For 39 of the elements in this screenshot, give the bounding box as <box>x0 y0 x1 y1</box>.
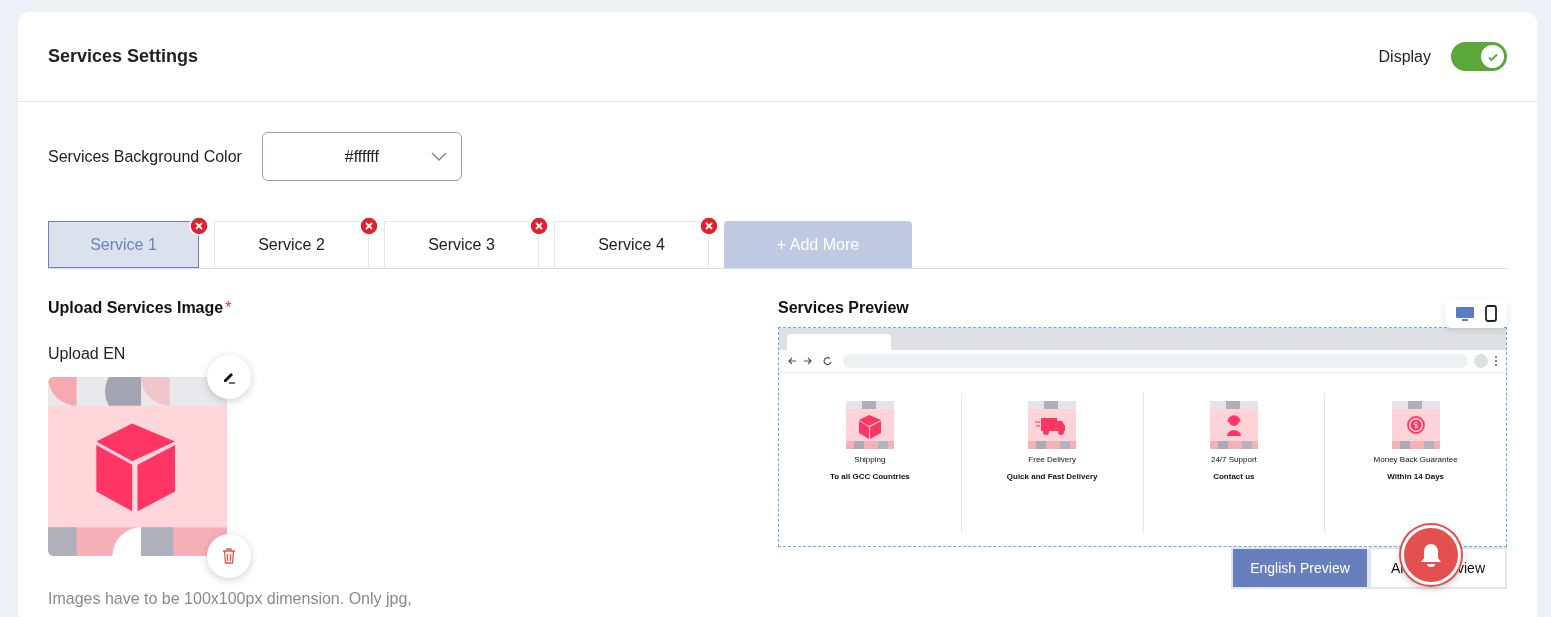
service-image <box>1028 401 1077 449</box>
upload-title: Upload Services Image* <box>48 299 233 317</box>
service-image <box>1391 401 1440 449</box>
phone-icon[interactable] <box>1485 305 1497 322</box>
desktop-icon[interactable] <box>1455 305 1475 322</box>
service-image <box>845 401 894 449</box>
service-subtitle: Contact us <box>1213 472 1255 481</box>
edit-button[interactable] <box>207 355 251 399</box>
preview-title: Services Preview <box>778 299 909 317</box>
service-title: Money Back Guarantee <box>1373 455 1458 464</box>
notification-button[interactable] <box>1401 525 1461 585</box>
chevron-down-icon <box>430 152 447 162</box>
service-tab[interactable]: Service 4 <box>554 221 709 268</box>
service-title: Free Delivery <box>1028 455 1076 464</box>
service-tab[interactable]: Service 3 <box>384 221 539 268</box>
trash-icon <box>222 548 236 564</box>
upload-label: Upload EN <box>48 345 127 363</box>
remove-icon[interactable] <box>359 216 379 236</box>
color-dropdown[interactable]: #ffffff <box>261 132 462 181</box>
delete-button[interactable] <box>207 534 251 578</box>
background-color-label: Services Background Color <box>48 147 242 166</box>
service-title: 24/7 Support <box>1210 455 1257 464</box>
service-tab[interactable]: Service 2 <box>214 221 369 268</box>
service-subtitle: Quick and Fast Delivery <box>1006 472 1098 481</box>
section-title: Services Settings <box>48 46 199 67</box>
display-label: Display <box>1378 47 1431 66</box>
language-preview-button[interactable]: English Preview <box>1231 547 1369 589</box>
service-image <box>1209 401 1258 449</box>
service-title: Shipping <box>854 455 886 464</box>
remove-icon[interactable] <box>529 216 549 236</box>
upload-hint: Images have to be 100x100px dimension. Only jpg, <box>48 590 413 608</box>
bell-icon <box>1419 542 1443 568</box>
service-subtitle: To all GCC Countries <box>829 472 910 481</box>
service-subtitle: Within 14 Days <box>1387 472 1445 481</box>
avatar-icon <box>1474 354 1488 368</box>
remove-icon[interactable] <box>699 216 719 236</box>
remove-icon[interactable] <box>189 216 209 236</box>
display-toggle[interactable] <box>1451 42 1507 71</box>
more-icon <box>1494 355 1498 367</box>
